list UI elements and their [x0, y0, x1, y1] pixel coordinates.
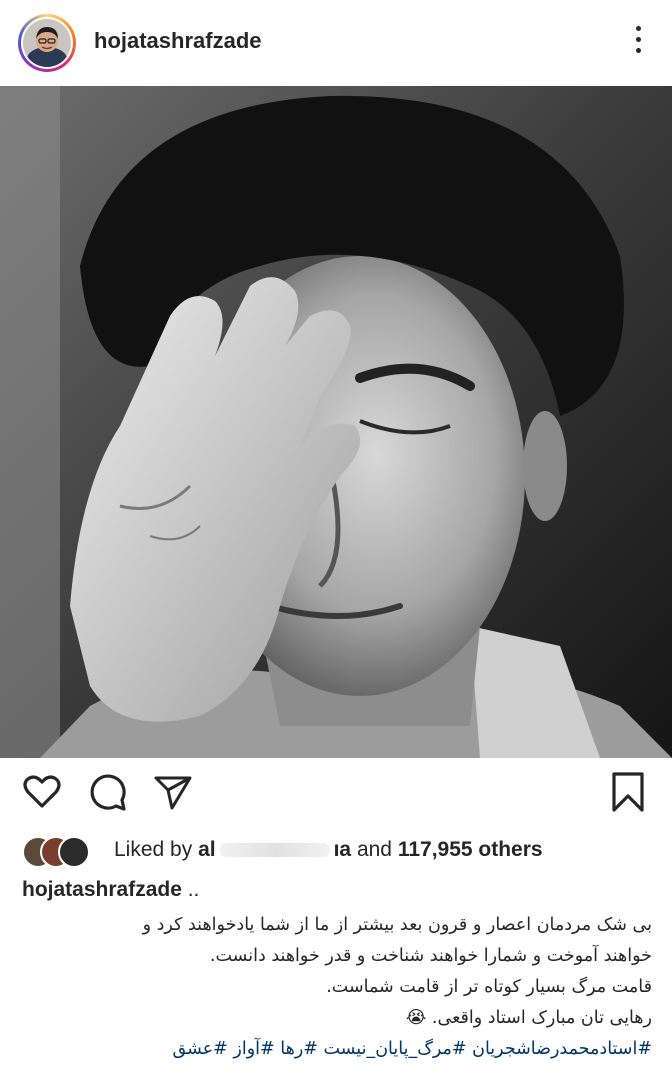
caption-hashtags[interactable]: #استادمحمدرضاشجریان #مرگ_پایان_نیست #رها…	[14, 1034, 652, 1065]
comment-button[interactable]	[86, 770, 130, 819]
post-photo-grayscale	[0, 86, 672, 758]
caption-header: hojatashrafzade ..	[22, 878, 199, 902]
liked-by-user-tail: ıa	[333, 838, 352, 861]
like-button[interactable]	[20, 770, 64, 819]
caption-line: قامت مرگ بسیار کوتاه تر از قامت شماست.	[326, 977, 652, 997]
likes-text: Liked by al ıa and 117,955 others	[114, 838, 543, 862]
post-header: hojatashrafzade	[0, 0, 672, 86]
comment-icon	[90, 774, 126, 811]
heart-icon	[23, 775, 61, 808]
caption-line: خواهند آموخت و شمارا خواهند شناخت و قدر …	[209, 946, 652, 966]
blurred-username	[219, 843, 330, 858]
caption-line: رهایی تان مبارک استاد واقعی. 😭	[405, 1008, 652, 1028]
avatar-image	[23, 19, 71, 67]
caption-body: بی شک مردمان اعصار و قرون بعد بیشتر از م…	[14, 910, 652, 1065]
share-button[interactable]	[150, 770, 194, 819]
bookmark-icon	[612, 772, 644, 812]
liked-by-label: Liked by	[114, 838, 193, 861]
liked-by-avatars[interactable]	[22, 836, 102, 868]
avatar[interactable]	[23, 19, 71, 67]
story-ring[interactable]	[18, 14, 76, 72]
post-username[interactable]: hojatashrafzade	[94, 28, 262, 54]
likes-and-label: and	[356, 838, 392, 861]
action-bar	[0, 770, 672, 820]
send-icon	[154, 776, 192, 810]
save-button[interactable]	[606, 770, 650, 819]
more-options-button[interactable]	[632, 26, 644, 62]
more-dot	[635, 48, 641, 53]
avatar	[58, 836, 90, 868]
liked-by-user[interactable]: al	[198, 838, 216, 861]
caption-line: بی شک مردمان اعصار و قرون بعد بیشتر از م…	[142, 915, 652, 935]
post-image[interactable]	[0, 86, 672, 758]
caption-username[interactable]: hojatashrafzade	[22, 878, 182, 901]
more-dot	[635, 37, 641, 42]
caption-ellipsis: ..	[181, 878, 200, 901]
likes-count[interactable]: 117,955 others	[398, 838, 543, 861]
likes-row: Liked by al ıa and 117,955 others	[18, 834, 658, 870]
more-vertical-icon	[635, 26, 641, 31]
avatar-border	[21, 17, 73, 69]
